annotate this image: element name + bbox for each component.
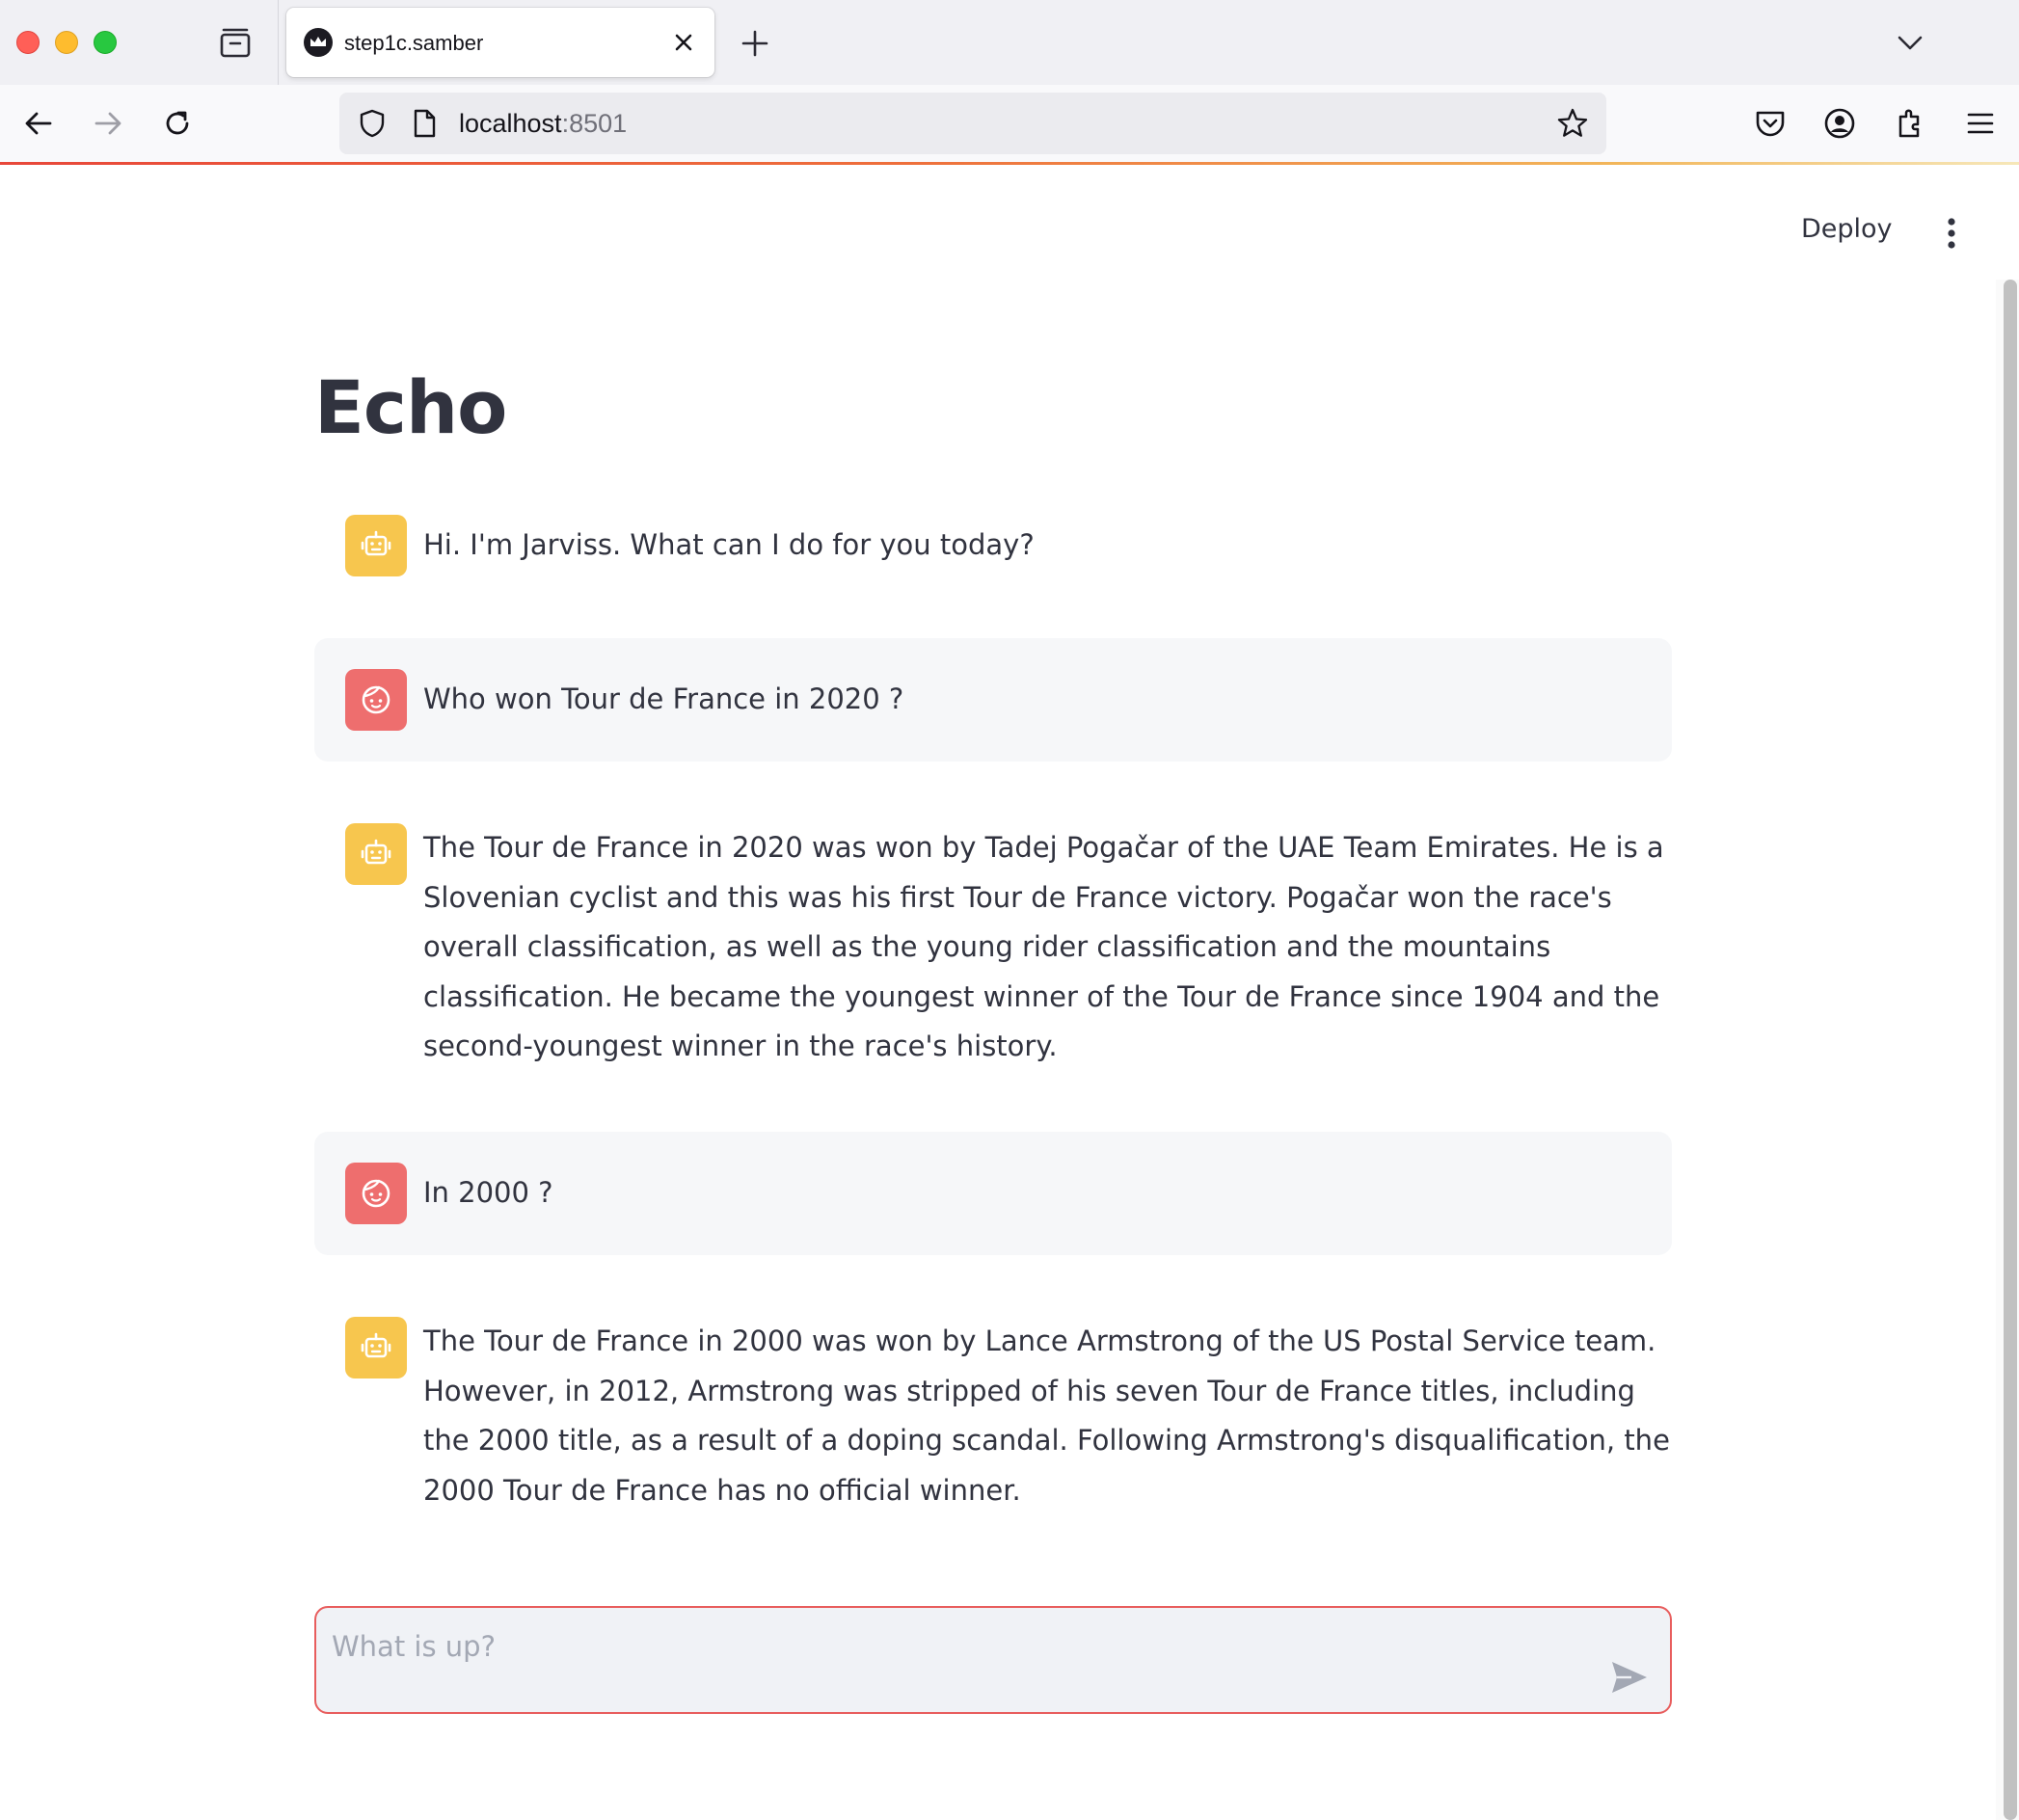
active-tab[interactable]: step1c.samber	[286, 8, 714, 77]
extensions-icon[interactable]	[1892, 104, 1930, 143]
hamburger-menu-icon[interactable]	[1961, 104, 2000, 143]
tab-title: step1c.samber	[344, 31, 484, 55]
tab-overview-icon[interactable]	[216, 27, 255, 60]
shield-icon[interactable]	[357, 108, 388, 139]
browser-tab-bar: step1c.samber	[0, 0, 2019, 85]
user-message: In 2000 ?	[314, 1132, 1672, 1255]
robot-icon	[345, 823, 407, 885]
minimize-window-button[interactable]	[55, 31, 78, 54]
message-text: The Tour de France in 2020 was won by Ta…	[423, 831, 1664, 1062]
message-text: Who won Tour de France in 2020 ?	[423, 682, 904, 715]
chat-input[interactable]	[332, 1625, 1585, 1668]
message-text: The Tour de France in 2000 was won by La…	[423, 1325, 1670, 1507]
crown-favicon-icon	[304, 28, 333, 57]
send-icon[interactable]	[1608, 1658, 1651, 1697]
face-icon	[345, 1163, 407, 1224]
more-vertical-icon[interactable]	[1936, 214, 1967, 253]
close-tab-icon[interactable]	[670, 29, 697, 56]
pocket-icon[interactable]	[1751, 104, 1790, 143]
new-tab-icon[interactable]	[739, 27, 771, 60]
url-bar[interactable]: localhost:8501	[339, 93, 1606, 154]
back-arrow-icon[interactable]	[19, 104, 58, 143]
tab-divider	[278, 0, 279, 85]
chevron-down-icon[interactable]	[1894, 29, 1926, 56]
page-title: Echo	[314, 364, 507, 450]
close-window-button[interactable]	[16, 31, 40, 54]
chat-input-box[interactable]	[314, 1606, 1672, 1714]
account-icon[interactable]	[1820, 104, 1859, 143]
deploy-button[interactable]: Deploy	[1801, 214, 1893, 244]
url-text[interactable]: localhost:8501	[459, 109, 627, 139]
robot-icon	[345, 1317, 407, 1378]
bookmark-star-icon[interactable]	[1556, 107, 1589, 140]
assistant-message: Hi. I'm Jarviss. What can I do for you t…	[314, 509, 1672, 582]
maximize-window-button[interactable]	[94, 31, 117, 54]
browser-nav-bar: localhost:8501	[0, 85, 2019, 164]
message-text: Hi. I'm Jarviss. What can I do for you t…	[423, 528, 1035, 561]
assistant-message: The Tour de France in 2020 was won by Ta…	[314, 817, 1672, 1072]
reload-icon[interactable]	[158, 104, 197, 143]
url-port: :8501	[561, 109, 628, 138]
user-message: Who won Tour de France in 2020 ?	[314, 638, 1672, 762]
forward-arrow-icon[interactable]	[89, 104, 127, 143]
url-host: localhost	[459, 109, 562, 138]
robot-icon	[345, 515, 407, 576]
assistant-message: The Tour de France in 2000 was won by La…	[314, 1311, 1672, 1515]
scrollbar-thumb[interactable]	[2004, 280, 2017, 1820]
message-text: In 2000 ?	[423, 1176, 553, 1209]
page-icon[interactable]	[411, 108, 438, 139]
page-load-indicator	[0, 162, 2019, 165]
face-icon	[345, 669, 407, 731]
